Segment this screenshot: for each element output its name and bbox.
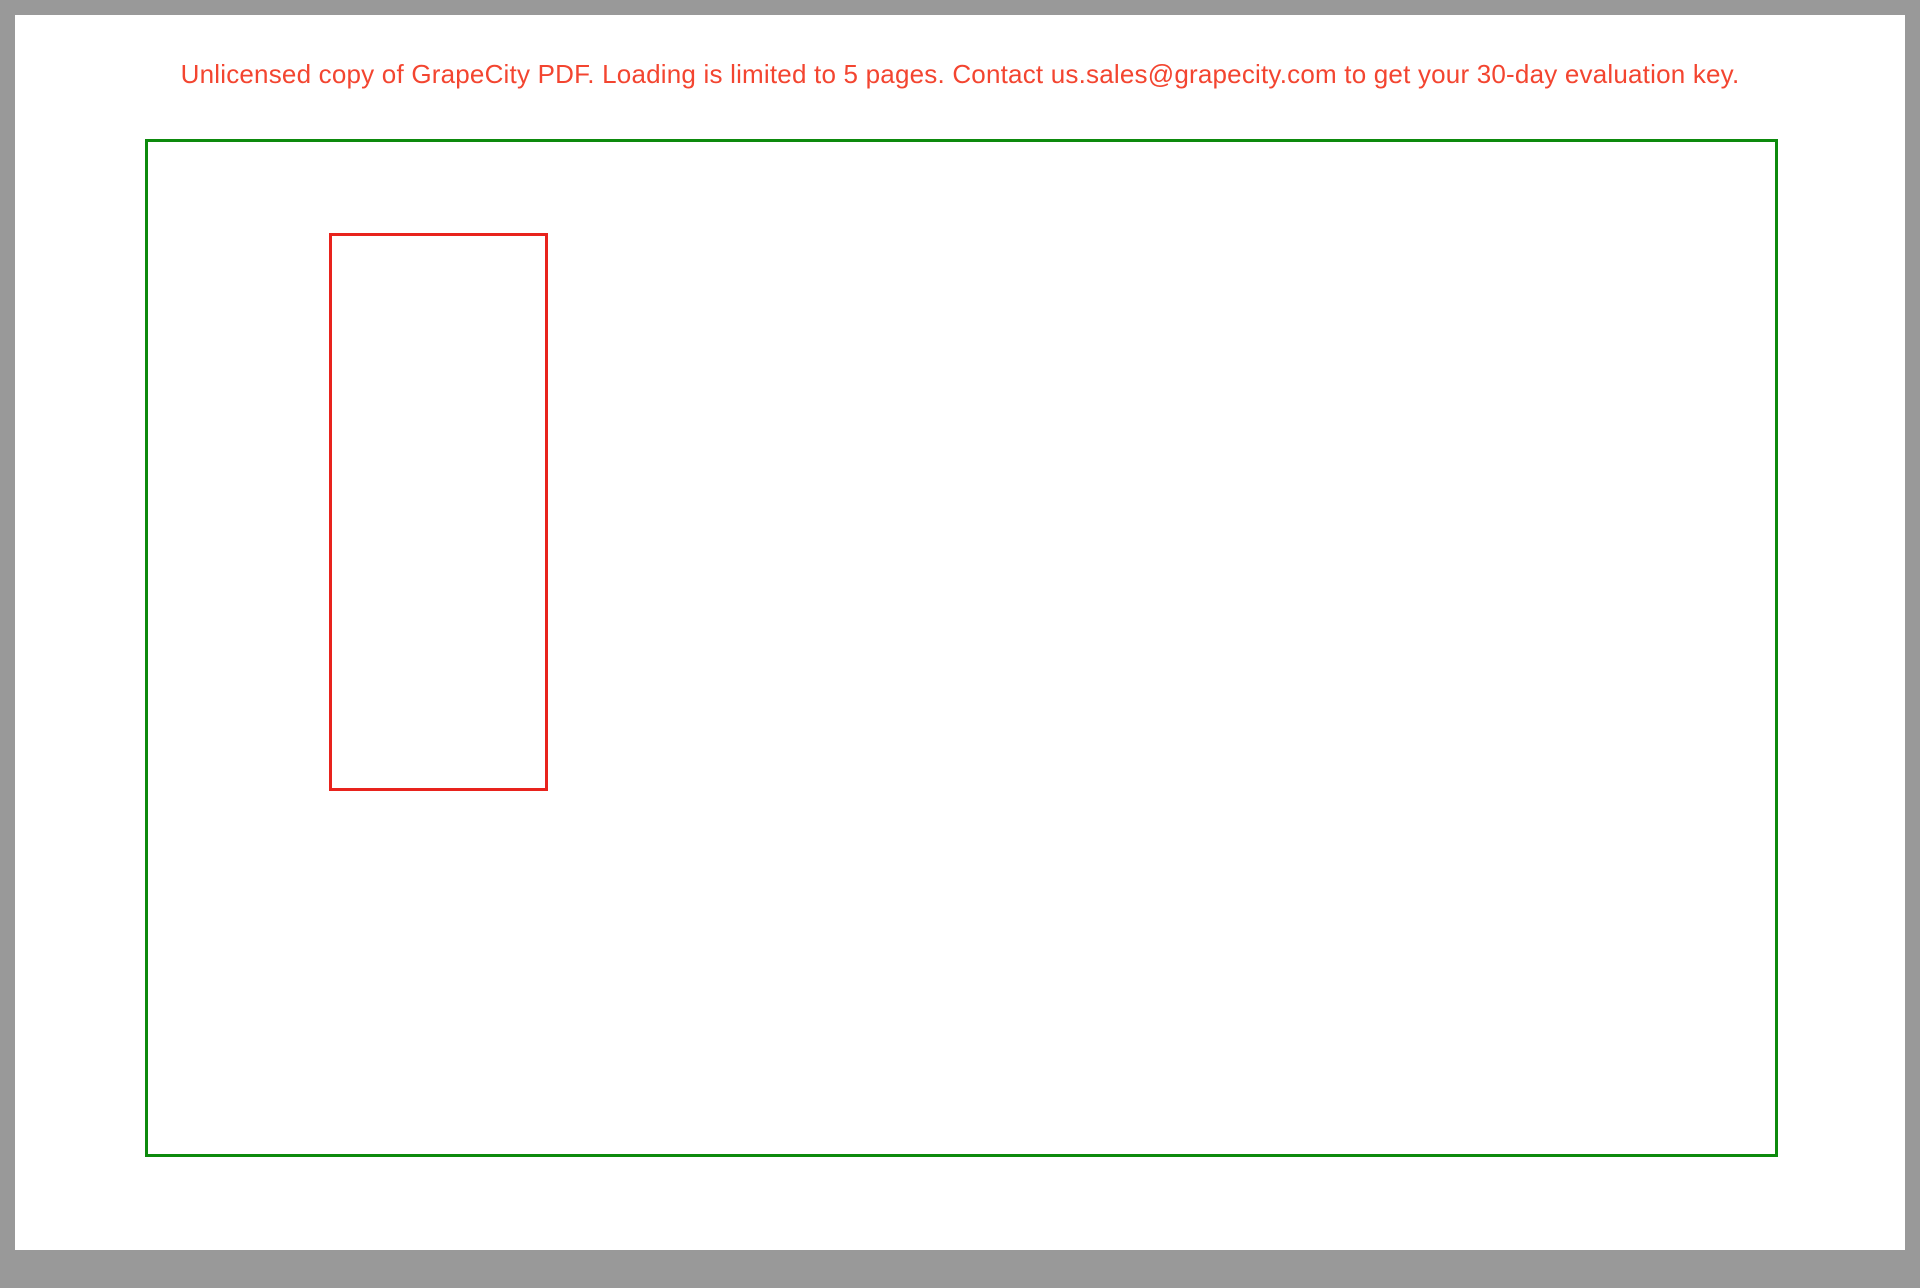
red-outline-rectangle	[329, 233, 548, 791]
pdf-page: Unlicensed copy of GrapeCity PDF. Loadin…	[15, 15, 1905, 1250]
license-warning-text: Unlicensed copy of GrapeCity PDF. Loadin…	[15, 15, 1905, 90]
